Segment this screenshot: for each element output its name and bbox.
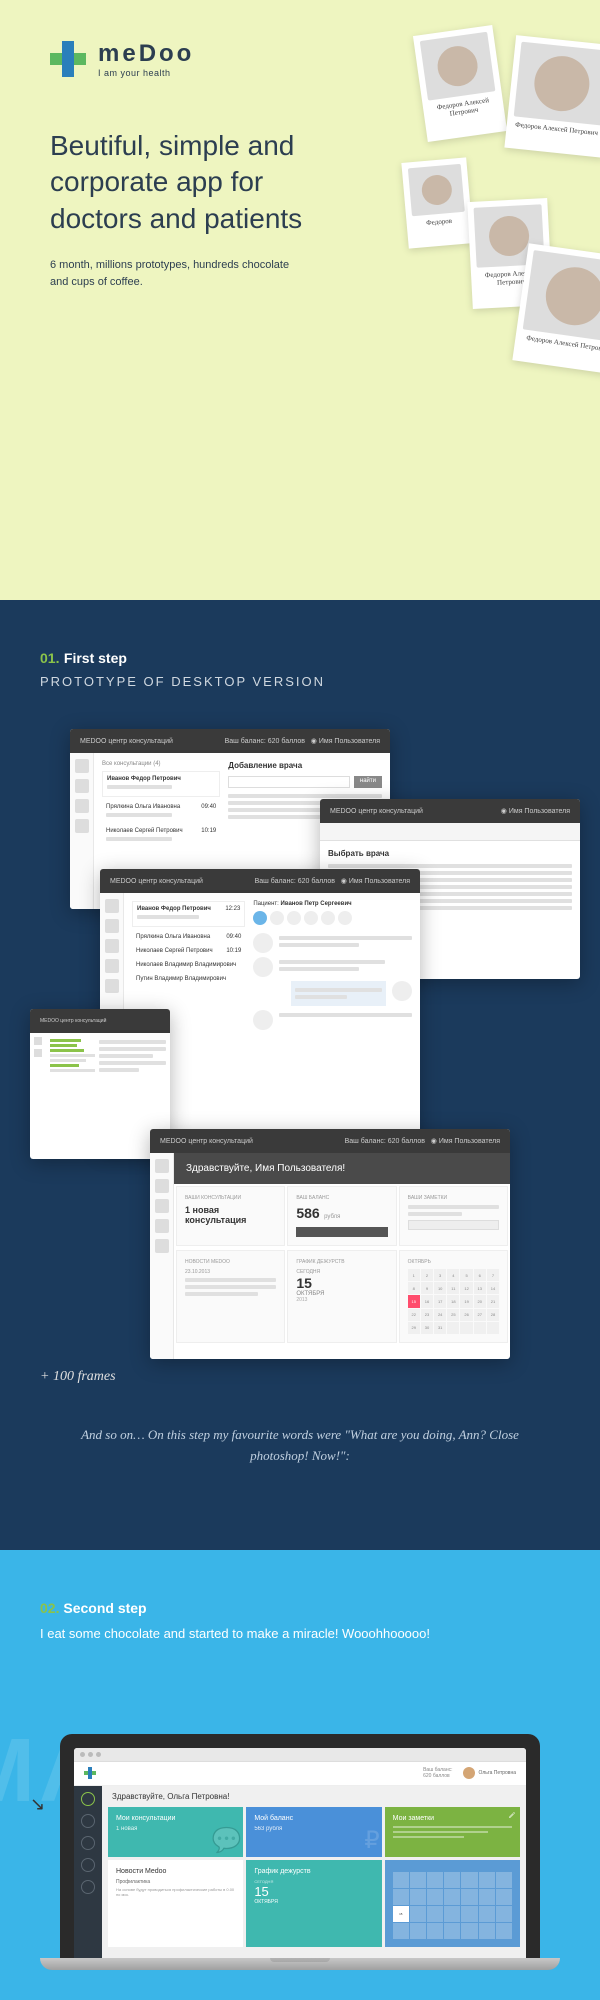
card-balance: ВАШ БАЛАНС 586 рубля [287,1186,396,1246]
polaroid-photo: Федоров Алексей Петрович [504,35,600,158]
dashboard-greeting: Здравствуйте, Ольга Петровна! [108,1792,520,1801]
laptop-base [40,1958,560,1970]
polaroid-photo: Федоров [401,157,473,249]
prototype-stack: MEDOO центр консультацийВаш баланс: 620 … [40,729,560,1349]
step1-subtitle: PROTOTYPE OF DESKTOP VERSION [40,674,560,689]
sidebar-icon [81,1814,95,1828]
card-news: НОВОСТИ MEDOO 23.10.2013 [176,1250,285,1343]
prototype-screenshot: MEDOO центр консультаций [30,1009,170,1159]
sidebar-icon [81,1792,95,1806]
closing-quote: And so on… On this step my favourite wor… [40,1425,560,1467]
tile-news: Новости Medoo Профилактика На основе буд… [108,1860,243,1948]
brand-name: meDoo [98,40,194,68]
step1-section: 01. First step PROTOTYPE OF DESKTOP VERS… [0,600,600,1550]
hero-section: meDoo I am your health Beutiful, simple … [0,0,600,600]
browser-chrome [74,1748,526,1762]
logo-cross-icon [84,1767,96,1779]
step2-section: 02. Second step I eat some chocolate and… [0,1550,600,2000]
user-chip: Ольга Петровна [463,1767,517,1779]
arrow-icon: ↘ [30,1794,45,1815]
tile-notes: Мои заметки [385,1807,520,1857]
card-consultations: ВАШИ КОНСУЛЬТАЦИИ 1 новая консультация [176,1186,285,1246]
app-sidebar [74,1786,102,1958]
tile-calendar: 15 [385,1860,520,1948]
card-duty: ГРАФИК ДЕЖУРСТВ СЕГОДНЯ 15 ОКТЯБРЯ 2013 [287,1250,396,1343]
app-logo [84,1767,96,1779]
polaroid-photo: Федоров Алексей Петрович [413,25,507,142]
edit-icon [508,1811,516,1819]
tile-consultations: Мои консультации 1 новая 💬 [108,1807,243,1857]
logo-cross-icon [50,41,86,77]
polaroid-photo: Федоров Алексей Петрович [512,243,600,375]
tile-duty: График дежурств СЕГОДНЯ 15 ОКТЯБРЯ [246,1860,381,1948]
dashboard-greeting: Здравствуйте, Имя Пользователя! [174,1153,510,1184]
app-header: Ваш баланс:620 баллов Ольга Петровна [74,1762,526,1786]
sidebar-icon [81,1880,95,1894]
frames-count: + 100 frames [40,1369,560,1385]
card-calendar: ОКТЯБРЬ 1234567 891011121314 15161718192… [399,1250,508,1343]
sidebar-icon [81,1836,95,1850]
card-notes: ВАШИ ЗАМЕТКИ [399,1186,508,1246]
laptop-mockup: ↘ Ваш баланс:620 баллов Ольга Петровна [60,1734,540,1970]
sidebar-icon [81,1858,95,1872]
brand-tagline: I am your health [98,68,194,78]
step1-heading: 01. First step [40,650,560,668]
hero-subtitle: 6 month, millions prototypes, hundreds c… [50,257,300,290]
hero-title: Beutiful, simple and corporate app for d… [50,128,330,237]
prototype-dashboard: MEDOO центр консультацийВаш баланс: 620 … [150,1129,510,1359]
tile-balance: Мой баланс 563 рубля ₽ [246,1807,381,1857]
step2-heading: 02. Second step [40,1600,560,1616]
step2-description: I eat some chocolate and started to make… [40,1624,560,1644]
avatar [463,1767,475,1779]
